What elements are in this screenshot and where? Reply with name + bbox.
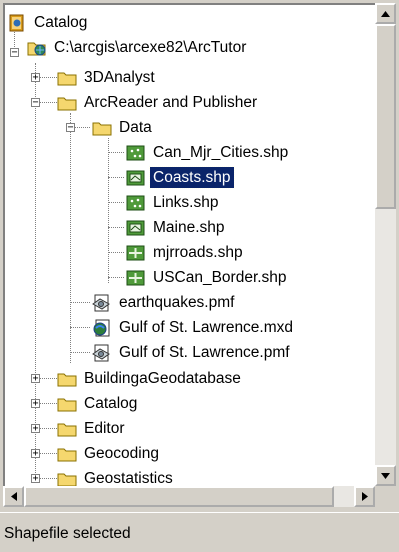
tree-line: [108, 202, 124, 203]
scroll-up-button[interactable]: [375, 3, 396, 24]
tree-item-label: Can_Mjr_Cities.shp: [153, 144, 289, 161]
folder-icon: [57, 423, 77, 436]
tree-line: [108, 138, 109, 283]
arrow-right-icon: [361, 492, 368, 501]
tree-item-label: Geocoding: [84, 445, 159, 462]
tree-line: [70, 113, 71, 363]
tree-item-label: BuildingaGeodatabase: [84, 370, 241, 387]
published-map-icon: [92, 294, 110, 311]
scroll-left-button[interactable]: [3, 486, 24, 507]
tree-item-earthquakes-pmf[interactable]: earthquakes.pmf: [92, 290, 237, 315]
tree-item-label: Links.shp: [153, 194, 219, 211]
status-bar: Shapefile selected: [0, 512, 399, 552]
tree-line: [108, 152, 124, 153]
tree-item-uscan-border[interactable]: USCan_Border.shp: [126, 265, 290, 290]
tree-item-gulf-pmf[interactable]: Gulf of St. Lawrence.pmf: [92, 340, 293, 365]
expand-toggle[interactable]: +: [31, 73, 40, 83]
scrollbar-corner: [375, 486, 396, 507]
folder-open-icon: [92, 122, 112, 135]
tree-item-geocoding[interactable]: Geocoding: [57, 441, 162, 466]
tree-item-catalog-root[interactable]: Catalog: [7, 10, 90, 35]
tree-item-buildingageodatabase[interactable]: BuildingaGeodatabase: [57, 366, 244, 391]
tree-line: [108, 177, 124, 178]
status-text: Shapefile selected: [4, 525, 131, 542]
arrow-left-icon: [10, 492, 17, 501]
tree-line: [70, 302, 90, 303]
tree-item-label: Geostatistics: [84, 470, 173, 486]
tree-item-label: 3DAnalyst: [84, 69, 155, 86]
scroll-down-button[interactable]: [375, 465, 396, 486]
horizontal-scroll-thumb[interactable]: [24, 486, 334, 507]
tree-item-editor[interactable]: Editor: [57, 416, 128, 441]
tree-item-label: ArcReader and Publisher: [84, 94, 258, 111]
scroll-right-button[interactable]: [354, 486, 375, 507]
line-shapefile-icon: [126, 170, 145, 185]
arrow-up-icon: [381, 10, 390, 17]
catalog-tree-view[interactable]: − + − − + + + + + Catalog C:\arcgis\arce…: [3, 3, 375, 486]
tree-item-label: earthquakes.pmf: [119, 294, 235, 311]
tree-item-label: C:\arcgis\arcexe82\ArcTutor: [54, 39, 247, 56]
tree-line: [108, 252, 124, 253]
tree-item-label: Editor: [84, 420, 125, 437]
tree-item-label: USCan_Border.shp: [153, 269, 287, 286]
folder-icon: [57, 448, 77, 461]
arrow-down-icon: [381, 472, 390, 479]
expand-toggle[interactable]: +: [31, 424, 40, 434]
tree-item-coasts[interactable]: Coasts.shp: [126, 165, 235, 190]
tree-line: [70, 327, 90, 328]
expand-toggle[interactable]: +: [31, 474, 40, 484]
tree-item-catalog-folder[interactable]: Catalog: [57, 391, 140, 416]
catalog-book-icon: [9, 14, 24, 31]
folder-icon: [57, 97, 77, 110]
published-map-icon: [92, 344, 110, 361]
tree-item-folder-connection[interactable]: C:\arcgis\arcexe82\ArcTutor: [27, 35, 249, 60]
tree-line: [108, 277, 124, 278]
line-shapefile-icon: [126, 270, 145, 285]
folder-icon: [57, 72, 77, 85]
expand-toggle[interactable]: +: [31, 399, 40, 409]
folder-connection-icon: [27, 42, 46, 55]
tree-item-label: Maine.shp: [153, 219, 225, 236]
line-shapefile-icon: [126, 245, 145, 260]
tree-item-can-mjr-cities[interactable]: Can_Mjr_Cities.shp: [126, 140, 291, 165]
tree-line: [70, 352, 90, 353]
expand-toggle[interactable]: +: [31, 374, 40, 384]
tree-line: [35, 63, 36, 483]
collapse-toggle[interactable]: −: [66, 123, 75, 133]
folder-icon: [57, 398, 77, 411]
tree-item-arcreader[interactable]: ArcReader and Publisher: [57, 90, 260, 115]
expand-toggle[interactable]: +: [31, 449, 40, 459]
tree-item-label: Gulf of St. Lawrence.mxd: [119, 319, 294, 336]
vertical-scrollbar[interactable]: [375, 3, 396, 486]
tree-item-geostatistics[interactable]: Geostatistics: [57, 466, 176, 486]
point-shapefile-icon: [126, 145, 145, 160]
tree-line: [108, 227, 124, 228]
map-document-icon: [93, 319, 110, 336]
tree-item-label: Catalog: [34, 14, 88, 31]
tree-item-label: mjrroads.shp: [153, 244, 243, 261]
catalog-tree-panel: − + − − + + + + + Catalog C:\arcgis\arce…: [0, 0, 399, 510]
polygon-shapefile-icon: [126, 220, 145, 235]
tree-item-links[interactable]: Links.shp: [126, 190, 221, 215]
tree-item-label: Gulf of St. Lawrence.pmf: [119, 344, 290, 361]
tree-item-data[interactable]: Data: [92, 115, 155, 140]
folder-icon: [57, 373, 77, 386]
vertical-scroll-thumb[interactable]: [375, 24, 396, 209]
tree-item-label: Catalog: [84, 395, 138, 412]
tree-item-gulf-mxd[interactable]: Gulf of St. Lawrence.mxd: [92, 315, 296, 340]
collapse-toggle[interactable]: −: [10, 48, 19, 58]
tree-item-maine[interactable]: Maine.shp: [126, 215, 228, 240]
tree-item-3danalyst[interactable]: 3DAnalyst: [57, 65, 158, 90]
tree-item-label: Data: [119, 119, 152, 136]
folder-icon: [57, 473, 77, 486]
point-shapefile-icon: [126, 195, 145, 210]
collapse-toggle[interactable]: −: [31, 98, 40, 108]
tree-item-label: Coasts.shp: [149, 166, 235, 189]
horizontal-scrollbar[interactable]: [3, 486, 375, 507]
tree-item-mjrroads[interactable]: mjrroads.shp: [126, 240, 246, 265]
